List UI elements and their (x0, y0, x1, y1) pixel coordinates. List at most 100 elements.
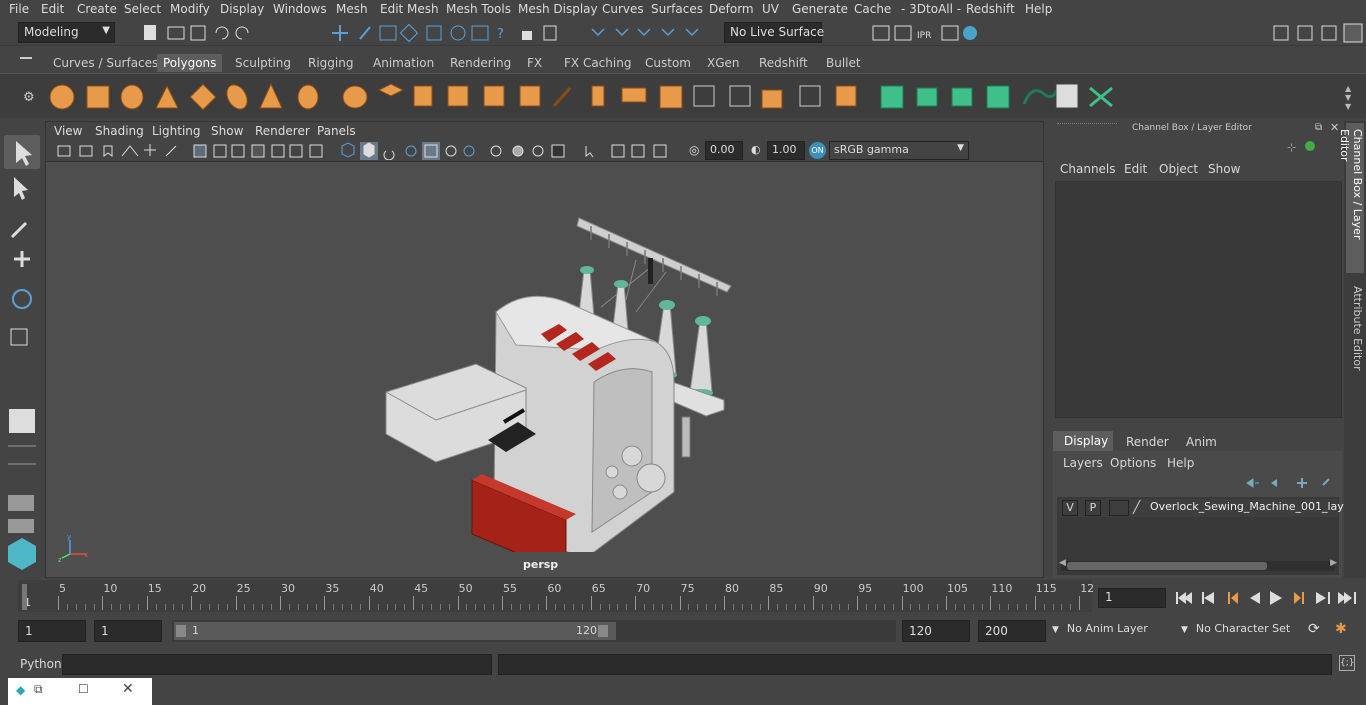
time-ruler[interactable]: 5 10 15 20 25 30 35 40 45 50 55 60 65 70 75 80 85 90 95 100… (18, 580, 1094, 612)
menu-generate[interactable]: Generate (792, 2, 848, 16)
script-language-label[interactable]: Python (20, 657, 62, 671)
shelf-menu-icon[interactable] (20, 57, 32, 59)
options-menu[interactable]: Options (1110, 456, 1156, 470)
auto-key-icon[interactable]: ⟳ (1308, 621, 1320, 637)
menu-mesh-tools[interactable]: Mesh Tools (446, 2, 511, 16)
range-slider[interactable]: 1 120 (172, 620, 896, 642)
layer-scrollbar[interactable]: ◀ ▶ (1059, 558, 1337, 571)
preferences-icon[interactable]: ✱ (1335, 621, 1347, 637)
range-end-grip[interactable] (598, 625, 608, 637)
menu-modify[interactable]: Modify (170, 2, 210, 16)
exposure-icon[interactable]: ◎ (689, 143, 699, 157)
viewport-menu-lighting[interactable]: Lighting (152, 124, 201, 138)
viewport-toolbar-icons[interactable] (56, 142, 686, 160)
tab-sculpting[interactable]: Sculpting (229, 54, 297, 72)
menu-cache[interactable]: Cache (854, 2, 891, 16)
tab-fx[interactable]: FX (521, 54, 548, 72)
tab-anim[interactable]: Anim (1186, 435, 1217, 449)
menu-display[interactable]: Display (220, 2, 264, 16)
menu-curves[interactable]: Curves (602, 2, 644, 16)
playback-end-field[interactable]: 120 (902, 620, 970, 642)
playhead[interactable] (22, 584, 27, 610)
exposure-field[interactable]: 0.00 (705, 141, 743, 160)
edit-menu[interactable]: Edit (1124, 162, 1147, 176)
menu-deform[interactable]: Deform (709, 2, 754, 16)
tab-display[interactable]: Display (1053, 431, 1113, 451)
tab-fx-caching[interactable]: FX Caching (558, 54, 637, 72)
viewport-menu-shading[interactable]: Shading (95, 124, 144, 138)
viewport-menu-panels[interactable]: Panels (317, 124, 356, 138)
tab-rendering[interactable]: Rendering (444, 54, 517, 72)
start-time-field[interactable]: 1 (18, 620, 86, 642)
close-icon[interactable]: ✕ (122, 681, 134, 697)
color-management-icon[interactable]: ON (809, 142, 826, 159)
menu-surfaces[interactable]: Surfaces (651, 2, 703, 16)
tab-custom[interactable]: Custom (639, 54, 697, 72)
float-panel-icon[interactable]: ⧉ (1315, 122, 1322, 133)
maximize-icon[interactable]: ☐ (78, 682, 89, 696)
tab-rigging[interactable]: Rigging (302, 54, 359, 72)
tab-curves-surfaces[interactable]: Curves / Surfaces (47, 54, 164, 72)
menu-3dtoall[interactable]: - 3DtoAll - (901, 2, 961, 16)
workspace-icons[interactable] (1270, 22, 1366, 44)
menu-uv[interactable]: UV (762, 2, 779, 16)
toolbox-icons[interactable] (0, 121, 44, 581)
layer-name[interactable]: Overlock_Sewing_Machine_001_layer (1150, 500, 1355, 513)
current-frame-field[interactable]: 1 (1098, 588, 1166, 608)
gamma-field[interactable]: 1.00 (767, 141, 805, 160)
pin-icon[interactable]: ⊹ (1287, 141, 1296, 154)
channel-list[interactable] (1055, 181, 1342, 418)
playback-controls[interactable] (1172, 588, 1362, 608)
menu-help[interactable]: Help (1025, 2, 1052, 16)
side-tab-channel-box[interactable]: Channel Box / Layer Editor (1338, 123, 1364, 273)
panel-drag-handle[interactable] (1057, 123, 1117, 129)
menu-edit[interactable]: Edit (41, 2, 64, 16)
tab-redshift[interactable]: Redshift (753, 54, 814, 72)
time-slider[interactable]: 5 10 15 20 25 30 35 40 45 50 55 60 65 70 75 80 85 90 95 100… (0, 580, 1366, 616)
command-input[interactable] (62, 654, 492, 675)
layer-display-type[interactable] (1109, 500, 1129, 516)
layer-row[interactable]: V P ╱ Overlock_Sewing_Machine_001_layer (1059, 499, 1355, 517)
script-editor-icon[interactable]: {;} (1339, 655, 1355, 671)
mode-dropdown[interactable]: Modeling ▼ (18, 22, 115, 43)
menu-file[interactable]: File (9, 2, 29, 16)
anim-layer-dropdown[interactable]: ▼ No Anim Layer (1052, 622, 1148, 635)
layer-color-swatch[interactable]: ╱ (1133, 500, 1149, 516)
minimized-window[interactable]: ◆ ⧉ ☐ ✕ (8, 678, 152, 705)
range-slider-handle[interactable]: 1 120 (174, 622, 616, 640)
tab-bullet[interactable]: Bullet (820, 54, 867, 72)
gear-icon[interactable]: ⚙ (23, 90, 35, 105)
end-time-field[interactable]: 200 (978, 620, 1046, 642)
viewport-menu-renderer[interactable]: Renderer (255, 124, 310, 138)
object-menu[interactable]: Object (1159, 162, 1198, 176)
tab-xgen[interactable]: XGen (701, 54, 746, 72)
shelf-tool-icons[interactable] (44, 78, 1124, 116)
perspective-viewport[interactable]: View Shading Lighting Show Renderer Pane… (45, 121, 1044, 578)
tab-animation[interactable]: Animation (367, 54, 440, 72)
menu-edit-mesh[interactable]: Edit Mesh (380, 2, 439, 16)
playback-start-field[interactable]: 1 (94, 620, 162, 642)
viewport-menu-view[interactable]: View (54, 124, 82, 138)
show-menu[interactable]: Show (1208, 162, 1240, 176)
menu-windows[interactable]: Windows (273, 2, 327, 16)
menu-mesh[interactable]: Mesh (336, 2, 368, 16)
gamma-icon[interactable]: ◐ (751, 143, 761, 156)
menu-create[interactable]: Create (77, 2, 117, 16)
menu-redshift[interactable]: Redshift (966, 2, 1015, 16)
tab-render[interactable]: Render (1126, 435, 1169, 449)
layer-action-icons[interactable] (1243, 475, 1338, 491)
status-toolbar-icons[interactable]: ? IPR (140, 23, 1270, 43)
channels-menu[interactable]: Channels (1060, 162, 1116, 176)
tab-polygons[interactable]: Polygons (157, 54, 223, 72)
overlock-sewing-machine-model[interactable] (376, 212, 746, 552)
help-menu[interactable]: Help (1167, 456, 1194, 470)
live-surface-field[interactable]: No Live Surface (724, 22, 824, 43)
side-tab-attribute-editor[interactable]: Attribute Editor (1346, 286, 1364, 386)
layer-visibility-toggle[interactable]: V (1062, 500, 1078, 516)
layer-playback-toggle[interactable]: P (1085, 500, 1101, 516)
shelf-scroll-icon[interactable]: ▲ ▼ ▼ (1345, 84, 1351, 111)
menu-select[interactable]: Select (124, 2, 161, 16)
character-set-dropdown[interactable]: ▼ No Character Set (1181, 622, 1290, 635)
layers-menu[interactable]: Layers (1063, 456, 1103, 470)
range-start-grip[interactable] (176, 625, 186, 637)
